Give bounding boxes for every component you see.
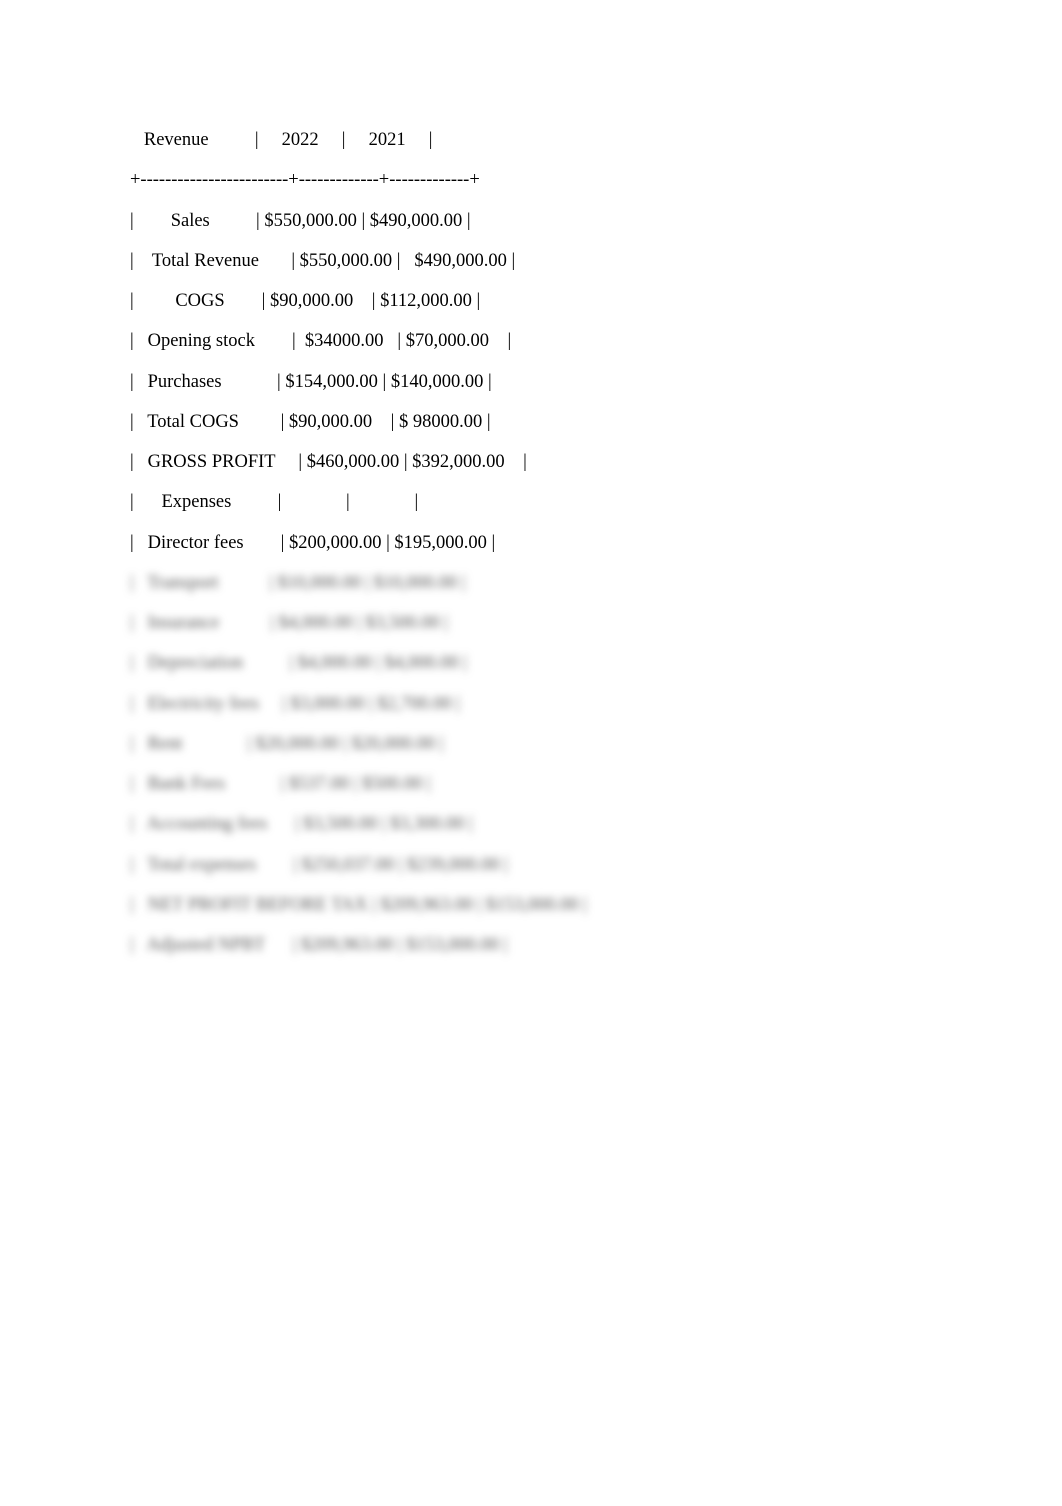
- row-expenses-heading: | Expenses | | |: [130, 492, 419, 512]
- blurred-row: | NET PROFIT BEFORE TAX | $209,963.00 | …: [130, 895, 587, 915]
- blurred-row: | Electricity fees | $3,000.00 | $2,700.…: [130, 694, 460, 714]
- blurred-row: | Transport | $10,000.00 | $10,000.00 |: [130, 573, 466, 593]
- row-total-revenue: | Total Revenue | $550,000.00 | $490,000…: [130, 251, 516, 271]
- row-gross-profit: | GROSS PROFIT | $460,000.00 | $392,000.…: [130, 452, 527, 472]
- row-purchases: | Purchases | $154,000.00 | $140,000.00 …: [130, 372, 492, 392]
- blurred-row: | Depreciation | $4,000.00 | $4,000.00 |: [130, 653, 467, 673]
- blurred-row: | Rent | $20,000.00 | $20,000.00 |: [130, 734, 444, 754]
- row-director-fees: | Director fees | $200,000.00 | $195,000…: [130, 533, 496, 553]
- row-opening-stock: | Opening stock | $34000.00 | $70,000.00…: [130, 331, 512, 351]
- blurred-row: | Accounting fees | $3,500.00 | $3,300.0…: [130, 814, 473, 834]
- row-total-cogs: | Total COGS | $90,000.00 | $ 98000.00 |: [130, 412, 491, 432]
- row-cogs: | COGS | $90,000.00 | $112,000.00 |: [130, 291, 481, 311]
- table-header-row: Revenue | 2022 | 2021 |: [130, 130, 433, 150]
- blurred-row: | Adjusted NPBT | $209,963.00 | $153,000…: [130, 935, 508, 955]
- table-divider: +------------------------+-------------+…: [130, 170, 480, 190]
- blurred-row: | Total expenses | $250,037.00 | $239,00…: [130, 855, 509, 875]
- blurred-row: | Bank Fees | $537.00 | $500.00 |: [130, 774, 431, 794]
- row-sales: | Sales | $550,000.00 | $490,000.00 |: [130, 211, 471, 231]
- blurred-row: | Insurance | $4,000.00 | $3,500.00 |: [130, 613, 448, 633]
